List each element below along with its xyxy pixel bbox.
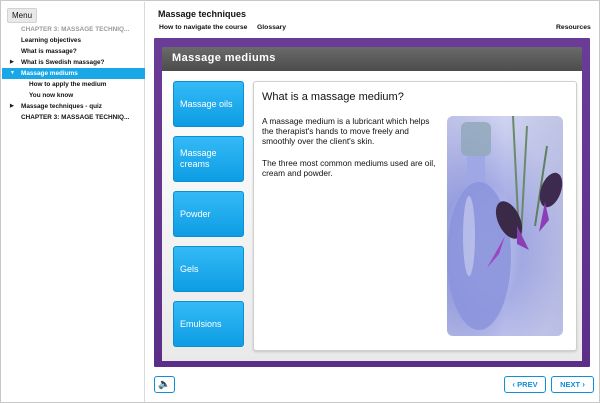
content-paragraph-2: The three most common mediums used are o… (262, 158, 436, 178)
caret-down-icon[interactable]: ▼ (10, 68, 15, 79)
glossary-link[interactable]: Glossary (257, 24, 286, 31)
massage-creams-button[interactable]: Massage creams (173, 136, 244, 182)
powder-button[interactable]: Powder (173, 191, 244, 237)
sidebar-item-massage-mediums[interactable]: ▼ Massage mediums (2, 68, 145, 79)
lavender-oil-photo (447, 116, 563, 336)
chevron-right-icon: › (582, 380, 585, 389)
sidebar-nav: CHAPTER 3: MASSAGE TECHNIQ... Learning o… (2, 24, 145, 123)
sidebar: Menu CHAPTER 3: MASSAGE TECHNIQ... Learn… (2, 2, 145, 402)
slide-title: Massage mediums (172, 52, 276, 64)
resources-link[interactable]: Resources (556, 24, 591, 31)
caret-right-icon[interactable]: ▶ (10, 57, 14, 68)
lavender-bottle-image (447, 116, 563, 336)
prev-button[interactable]: ‹ PREV (504, 376, 546, 393)
sidebar-item-you-now-know[interactable]: You now know (2, 90, 145, 101)
next-button[interactable]: NEXT › (551, 376, 594, 393)
caret-right-icon[interactable]: ▶ (10, 101, 14, 112)
sidebar-item-label: CHAPTER 3: MASSAGE TECHNIQ... (21, 26, 130, 33)
chevron-left-icon: ‹ (512, 380, 516, 389)
button-label: Gels (180, 263, 199, 274)
how-to-navigate-link[interactable]: How to navigate the course (159, 24, 247, 31)
sidebar-item-label: What is Swedish massage? (21, 59, 105, 66)
button-label: Emulsions (180, 318, 222, 329)
sidebar-item-learning-objectives[interactable]: Learning objectives (2, 35, 145, 46)
sidebar-item-label: CHAPTER 3: MASSAGE TECHNIQ... (21, 114, 130, 121)
header: Massage techniques How to navigate the c… (146, 2, 600, 36)
button-label: Powder (180, 208, 211, 219)
speaker-icon: 🔈 (158, 379, 171, 390)
button-label: Massage creams (180, 148, 217, 169)
sidebar-item-label: Learning objectives (21, 37, 82, 44)
sidebar-item-chapter-3-next[interactable]: CHAPTER 3: MASSAGE TECHNIQ... (2, 112, 145, 123)
sidebar-item-techniques-quiz[interactable]: ▶ Massage techniques - quiz (2, 101, 145, 112)
sidebar-item-label: Massage mediums (21, 70, 78, 77)
menu-tab[interactable]: Menu (7, 8, 38, 23)
sidebar-item-chapter-3-header: CHAPTER 3: MASSAGE TECHNIQ... (2, 24, 145, 35)
massage-oils-button[interactable]: Massage oils (173, 81, 244, 127)
content-paragraph-1: A massage medium is a lubricant which he… (262, 116, 430, 146)
slide-titlebar: Massage mediums (162, 47, 582, 71)
sidebar-item-label: Massage techniques - quiz (21, 103, 102, 110)
sidebar-item-swedish-massage[interactable]: ▶ What is Swedish massage? (2, 57, 145, 68)
audio-button[interactable]: 🔈 (154, 376, 175, 393)
sidebar-item-label: How to apply the medium (29, 81, 107, 88)
slide-stage: Massage mediums Massage oils Massage cre… (154, 38, 590, 367)
sidebar-item-what-is-massage[interactable]: What is massage? (2, 46, 145, 57)
button-label: Massage oils (180, 98, 233, 109)
app-frame: Menu CHAPTER 3: MASSAGE TECHNIQ... Learn… (0, 0, 600, 403)
emulsions-button[interactable]: Emulsions (173, 301, 244, 347)
sidebar-item-label: What is massage? (21, 48, 77, 55)
gels-button[interactable]: Gels (173, 246, 244, 292)
next-label: NEXT (560, 380, 581, 389)
content-card: What is a massage medium? A massage medi… (253, 81, 577, 351)
slide-panel: Massage oils Massage creams Powder Gels … (162, 71, 582, 361)
content-heading: What is a massage medium? (262, 91, 404, 103)
prev-label: PREV (517, 380, 538, 389)
sidebar-item-how-to-apply[interactable]: How to apply the medium (2, 79, 145, 90)
course-title: Massage techniques (158, 9, 247, 19)
sidebar-item-label: You now know (29, 92, 74, 99)
